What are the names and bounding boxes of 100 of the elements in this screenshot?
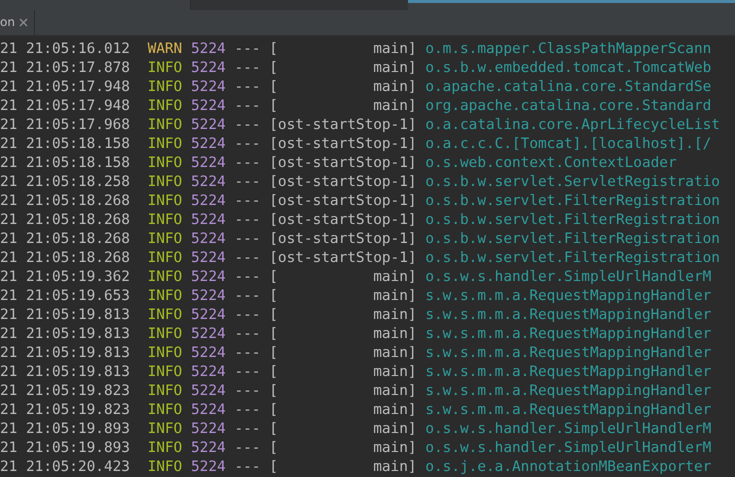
log-logger: o.m.s.mapper.ClassPathMapperScann xyxy=(425,40,712,59)
log-level: INFO xyxy=(148,78,182,97)
log-separator: --- xyxy=(234,401,260,420)
log-thread: [ost-startStop-1] xyxy=(269,249,417,268)
log-pid: 5224 xyxy=(191,173,226,192)
log-level: INFO xyxy=(148,211,182,230)
log-thread: [ main] xyxy=(269,325,417,344)
log-level: WARN xyxy=(148,40,182,59)
log-separator: --- xyxy=(234,59,260,78)
log-timestamp: 21 21:05:18.268 xyxy=(0,230,130,249)
log-separator: --- xyxy=(234,420,260,439)
log-pid: 5224 xyxy=(191,154,226,173)
log-timestamp: 21 21:05:17.948 xyxy=(0,78,130,97)
log-separator: --- xyxy=(234,97,260,116)
log-thread: [ main] xyxy=(269,458,417,477)
log-thread: [ main] xyxy=(269,439,417,458)
log-level: INFO xyxy=(148,306,182,325)
log-timestamp: 21 21:05:19.813 xyxy=(0,325,130,344)
log-thread: [ main] xyxy=(269,382,417,401)
log-separator: --- xyxy=(234,458,260,477)
log-level: INFO xyxy=(148,268,182,287)
log-thread: [ost-startStop-1] xyxy=(269,154,417,173)
log-thread: [ main] xyxy=(269,344,417,363)
log-thread: [ main] xyxy=(269,401,417,420)
log-pid: 5224 xyxy=(191,249,226,268)
log-timestamp: 21 21:05:18.258 xyxy=(0,173,130,192)
log-level: INFO xyxy=(148,154,182,173)
log-separator: --- xyxy=(234,192,260,211)
log-separator: --- xyxy=(234,173,260,192)
log-pid: 5224 xyxy=(191,420,226,439)
log-logger: o.a.catalina.core.AprLifecycleList xyxy=(425,116,720,135)
log-level: INFO xyxy=(148,192,182,211)
log-thread: [ost-startStop-1] xyxy=(269,211,417,230)
log-logger: o.s.w.s.handler.SimpleUrlHandlerM xyxy=(425,268,712,287)
log-pid: 5224 xyxy=(191,192,226,211)
log-level: INFO xyxy=(148,439,182,458)
log-pid: 5224 xyxy=(191,135,226,154)
log-level: INFO xyxy=(148,116,182,135)
log-timestamp: 21 21:05:19.893 xyxy=(0,420,130,439)
log-timestamp: 21 21:05:18.158 xyxy=(0,135,130,154)
active-editor-tab[interactable] xyxy=(408,0,735,10)
log-level: INFO xyxy=(148,249,182,268)
log-logger: s.w.s.m.m.a.RequestMappingHandler xyxy=(425,382,712,401)
log-thread: [ main] xyxy=(269,420,417,439)
log-timestamp: 21 21:05:19.893 xyxy=(0,439,130,458)
log-logger: o.s.b.w.servlet.FilterRegistration xyxy=(425,230,720,249)
log-separator: --- xyxy=(234,135,260,154)
log-pid: 5224 xyxy=(191,116,226,135)
log-separator: --- xyxy=(234,306,260,325)
log-pid: 5224 xyxy=(191,287,226,306)
log-logger: o.a.c.c.C.[Tomcat].[localhost].[/ xyxy=(425,135,712,154)
log-timestamp: 21 21:05:18.268 xyxy=(0,192,130,211)
log-separator: --- xyxy=(234,268,260,287)
log-pid: 5224 xyxy=(191,268,226,287)
log-logger: o.s.b.w.servlet.FilterRegistration xyxy=(425,192,720,211)
log-logger: o.apache.catalina.core.StandardSe xyxy=(425,78,712,97)
log-thread: [ main] xyxy=(269,59,417,78)
log-logger: s.w.s.m.m.a.RequestMappingHandler xyxy=(425,287,712,306)
log-level: INFO xyxy=(148,344,182,363)
close-icon[interactable] xyxy=(18,18,28,27)
log-timestamp: 21 21:05:19.653 xyxy=(0,287,130,306)
log-logger: o.s.w.s.handler.SimpleUrlHandlerM xyxy=(425,420,712,439)
log-level: INFO xyxy=(148,401,182,420)
log-pid: 5224 xyxy=(191,363,226,382)
log-pid: 5224 xyxy=(191,78,226,97)
log-level: INFO xyxy=(148,287,182,306)
log-thread: [ost-startStop-1] xyxy=(269,116,417,135)
log-thread: [ main] xyxy=(269,306,417,325)
log-timestamp: 21 21:05:19.813 xyxy=(0,306,130,325)
log-thread: [ost-startStop-1] xyxy=(269,192,417,211)
log-timestamp: 21 21:05:18.158 xyxy=(0,154,130,173)
log-separator: --- xyxy=(234,382,260,401)
log-level: INFO xyxy=(148,135,182,154)
log-pid: 5224 xyxy=(191,382,226,401)
log-pid: 5224 xyxy=(191,401,226,420)
log-pid: 5224 xyxy=(191,439,226,458)
log-thread: [ost-startStop-1] xyxy=(269,173,417,192)
log-separator: --- xyxy=(234,344,260,363)
log-separator: --- xyxy=(234,40,260,59)
log-pid: 5224 xyxy=(191,97,226,116)
log-timestamp: 21 21:05:19.362 xyxy=(0,268,130,287)
log-thread: [ main] xyxy=(269,97,417,116)
log-separator: --- xyxy=(234,287,260,306)
log-thread: [ main] xyxy=(269,78,417,97)
log-pid: 5224 xyxy=(191,325,226,344)
log-timestamp: 21 21:05:19.823 xyxy=(0,382,130,401)
log-logger: s.w.s.m.m.a.RequestMappingHandler xyxy=(425,363,712,382)
log-pid: 5224 xyxy=(191,211,226,230)
console-tab[interactable]: on xyxy=(0,10,35,35)
log-logger: o.s.b.w.servlet.FilterRegistration xyxy=(425,211,720,230)
log-separator: --- xyxy=(234,154,260,173)
log-level: INFO xyxy=(148,458,182,477)
log-logger: s.w.s.m.m.a.RequestMappingHandler xyxy=(425,306,712,325)
log-timestamp: 21 21:05:17.878 xyxy=(0,59,130,78)
log-timestamp: 21 21:05:19.823 xyxy=(0,401,130,420)
log-logger: o.s.b.w.servlet.FilterRegistration xyxy=(425,249,720,268)
log-logger: o.s.web.context.ContextLoader xyxy=(425,154,677,173)
log-timestamp: 21 21:05:20.423 xyxy=(0,458,130,477)
log-timestamp: 21 21:05:19.813 xyxy=(0,363,130,382)
log-timestamp: 21 21:05:18.268 xyxy=(0,211,130,230)
